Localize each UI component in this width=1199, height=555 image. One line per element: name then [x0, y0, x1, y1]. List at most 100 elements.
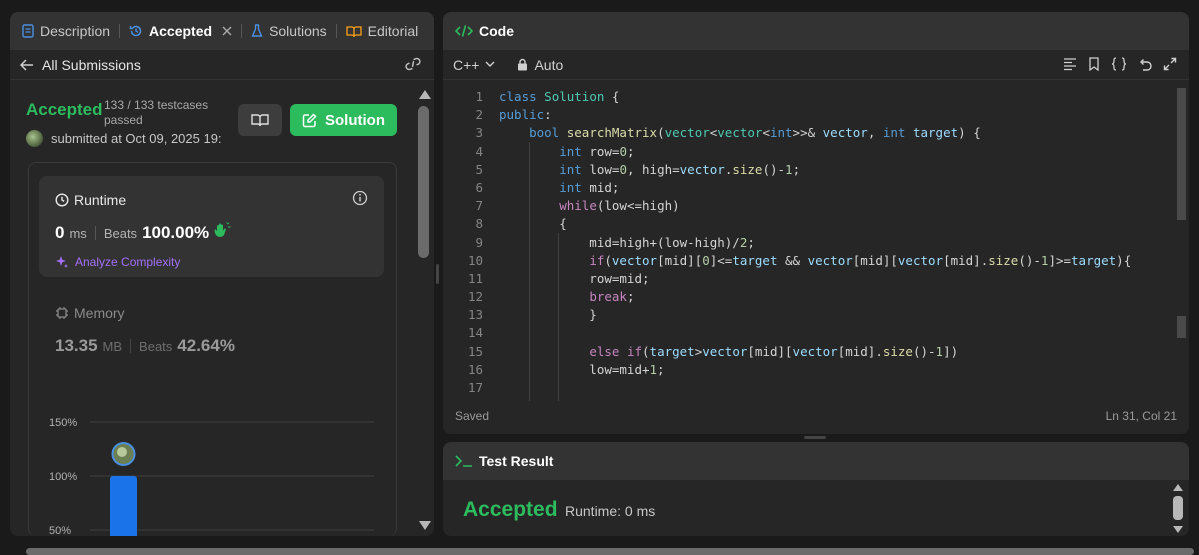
tab-description[interactable]: Description	[22, 23, 110, 39]
line-number: 16	[467, 361, 483, 377]
submitted-info: submitted at Oct 09, 2025 19:13	[26, 130, 222, 147]
undo-icon[interactable]	[1138, 57, 1152, 71]
line-number: 12	[467, 289, 483, 305]
test-result-panel: Test Result Accepted Runtime: 0 ms	[443, 442, 1189, 536]
code-line[interactable]: low=mid+1;	[499, 361, 1175, 379]
notes-button[interactable]	[238, 104, 282, 136]
analyze-complexity-label: Analyze Complexity	[75, 255, 181, 269]
curly-braces-icon[interactable]	[1111, 57, 1127, 71]
close-icon[interactable]	[222, 26, 232, 36]
code-line[interactable]: else if(target>vector[mid][vector[mid].s…	[499, 343, 1175, 361]
top-strip	[0, 0, 1199, 10]
y-tick-label: 50%	[49, 525, 71, 536]
analyze-complexity-link[interactable]: Analyze Complexity	[55, 255, 180, 269]
code-scroll-thumb[interactable]	[1177, 88, 1186, 220]
page-horizontal-scroll-thumb[interactable]	[26, 548, 1194, 555]
line-number: 7	[475, 198, 483, 214]
edit-icon	[302, 112, 317, 128]
code-brackets-icon	[455, 24, 473, 38]
tab-solutions[interactable]: Solutions	[251, 23, 327, 39]
line-number: 2	[475, 107, 483, 123]
horizontal-resize-handle[interactable]	[804, 436, 826, 439]
avatar[interactable]	[26, 130, 43, 147]
sparkle-icon	[55, 255, 69, 269]
tab-accepted[interactable]: Accepted	[129, 23, 232, 39]
line-number: 1	[475, 89, 483, 104]
submission-panel: Description Accepted Solutions Editorial…	[10, 12, 434, 536]
tab-editorial[interactable]: Editorial	[346, 23, 419, 39]
code-line[interactable]: mid=high+(low-high)/2;	[499, 234, 1175, 252]
line-number: 6	[475, 179, 483, 195]
page-horizontal-scrollbar[interactable]	[0, 544, 1199, 555]
runtime-card[interactable]: Runtime 0 ms Beats 100.00% Analyze Compl…	[39, 176, 384, 277]
tab-editorial-label: Editorial	[367, 23, 419, 39]
runtime-title: Runtime	[55, 192, 126, 208]
runtime-distribution-chart: 150% 100% 50%	[49, 417, 374, 536]
all-submissions-link[interactable]: All Submissions	[42, 57, 141, 73]
solution-button[interactable]: Solution	[290, 104, 397, 136]
line-number: 4	[475, 143, 483, 159]
bookmark-icon[interactable]	[1088, 57, 1100, 71]
submission-subheader: All Submissions	[10, 50, 434, 80]
auto-mode-label: Auto	[534, 56, 564, 73]
test-result-runtime: Runtime: 0 ms	[565, 503, 656, 519]
code-scrollbar[interactable]	[1175, 88, 1189, 401]
runtime-beats-label: Beats	[103, 226, 138, 241]
line-number: 9	[475, 234, 483, 250]
code-line[interactable]: int mid;	[499, 179, 1175, 197]
testcases-passed: 133 / 133 testcases passed	[104, 98, 209, 127]
document-icon	[22, 24, 34, 38]
code-line[interactable]: while(low<=high)	[499, 197, 1175, 215]
code-line[interactable]: {	[499, 215, 1175, 233]
clock-icon	[55, 193, 69, 207]
tab-accepted-label: Accepted	[149, 23, 213, 39]
runtime-stats: 0 ms Beats 100.00%	[55, 222, 231, 243]
code-line[interactable]: int row=0;	[499, 143, 1175, 161]
code-toolbar: C++ Auto	[443, 50, 1189, 80]
code-scroll-marker	[1177, 316, 1186, 338]
left-scroll-thumb[interactable]	[418, 106, 429, 258]
save-status: Saved	[455, 409, 490, 423]
code-line[interactable]: int low=0, high=vector.size()-1;	[499, 161, 1175, 179]
code-line[interactable]: bool searchMatrix(vector<vector<int>>& v…	[499, 124, 1175, 142]
chip-icon	[55, 306, 69, 320]
chevron-down-icon	[485, 61, 495, 68]
code-lines[interactable]: class Solution {public: bool searchMatri…	[499, 88, 1175, 397]
history-icon	[129, 24, 143, 38]
line-number: 15	[467, 343, 483, 359]
language-select[interactable]: C++	[453, 57, 495, 73]
code-editor[interactable]: 1 2 3 4 5 6 7 8 9 10 11 12 13 14 15 16 17 class Solution…	[443, 88, 1175, 401]
vertical-resize-handle[interactable]	[436, 264, 439, 284]
info-icon[interactable]	[352, 190, 368, 206]
auto-mode[interactable]: Auto	[517, 57, 563, 73]
submitted-time: submitted at Oct 09, 2025 19:13	[51, 131, 222, 146]
memory-title-label: Memory	[74, 305, 125, 321]
chart-bar[interactable]	[110, 476, 137, 536]
submission-status: Accepted	[26, 100, 103, 119]
code-line[interactable]: row=mid;	[499, 270, 1175, 288]
arrow-left-icon[interactable]	[20, 58, 34, 71]
scroll-down-arrow[interactable]	[419, 521, 431, 530]
line-number: 17	[467, 380, 483, 395]
code-line[interactable]: if(vector[mid][0]<=target && vector[mid]…	[499, 252, 1175, 270]
language-label: C++	[453, 56, 480, 73]
runtime-value: 0	[55, 223, 65, 242]
code-line[interactable]	[499, 379, 1175, 397]
result-scrollbar[interactable]	[1171, 482, 1185, 536]
link-icon[interactable]	[404, 57, 422, 71]
expand-icon[interactable]	[1163, 57, 1177, 71]
code-line[interactable]: }	[499, 306, 1175, 324]
code-line[interactable]: public:	[499, 106, 1175, 124]
line-number: 13	[467, 307, 483, 323]
memory-title[interactable]: Memory	[55, 305, 125, 321]
code-line[interactable]: break;	[499, 288, 1175, 306]
code-line[interactable]: class Solution {	[499, 88, 1175, 106]
y-tick-label: 150%	[49, 417, 77, 429]
lock-icon	[517, 58, 528, 71]
tab-solutions-label: Solutions	[269, 23, 327, 39]
editor-actions	[1063, 57, 1177, 71]
format-lines-icon[interactable]	[1063, 57, 1077, 71]
code-line[interactable]	[499, 324, 1175, 342]
cursor-position: Ln 31, Col 21	[1105, 409, 1177, 423]
scroll-up-arrow[interactable]	[419, 90, 431, 99]
